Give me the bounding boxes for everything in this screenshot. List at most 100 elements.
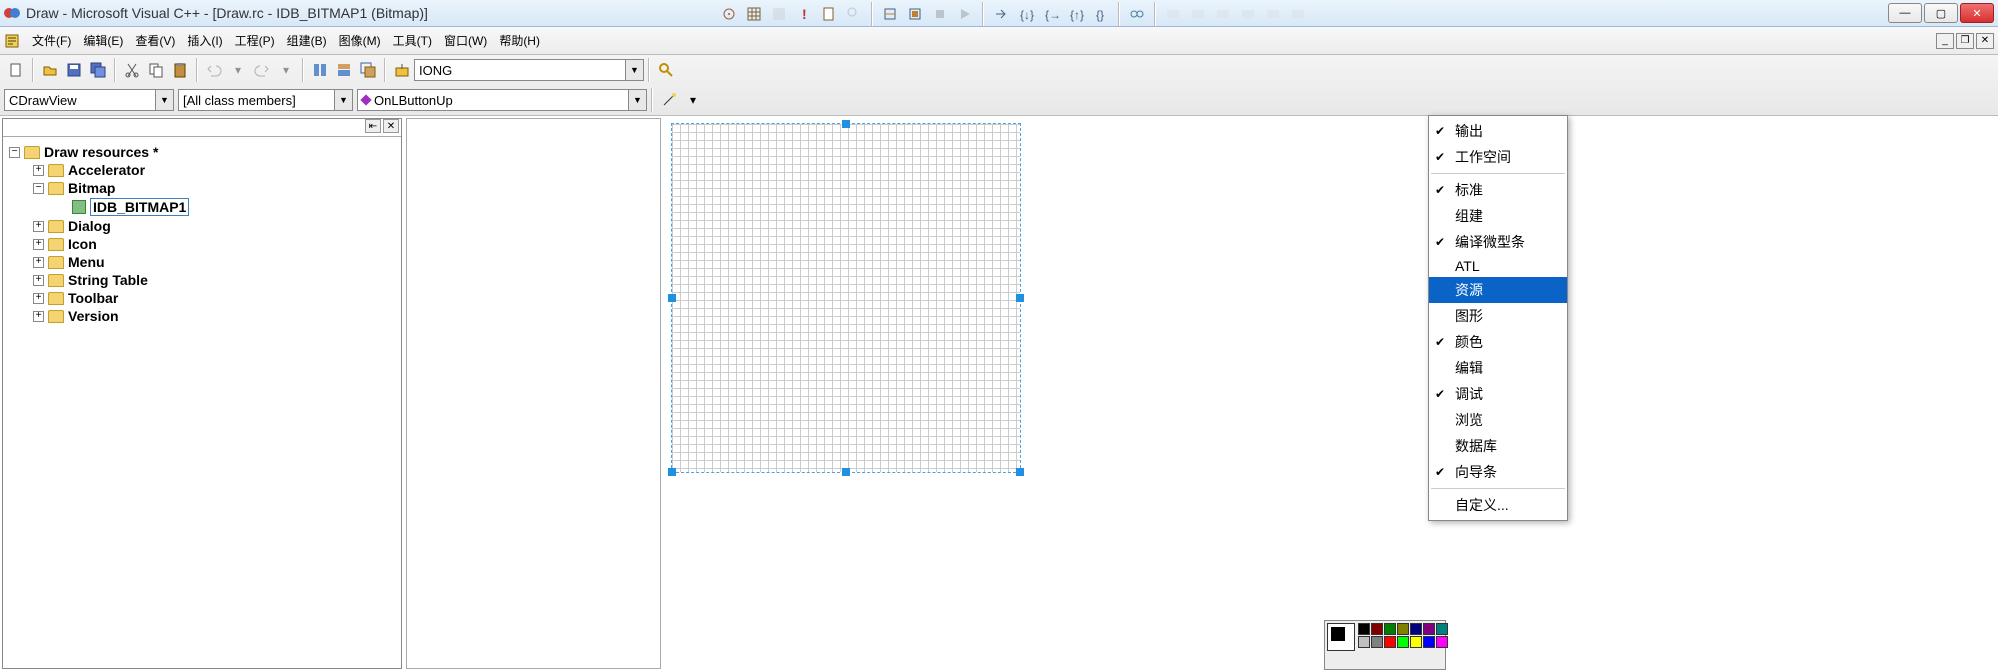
resize-handle-right[interactable] xyxy=(1016,294,1024,302)
class-combo[interactable]: CDrawView ▼ xyxy=(4,89,174,111)
step-into-button[interactable]: {↓} xyxy=(1014,2,1038,26)
search-button[interactable] xyxy=(654,58,678,82)
palette-color[interactable] xyxy=(1358,636,1370,648)
menu-file[interactable]: 文件(F) xyxy=(26,29,77,52)
menu-project[interactable]: 工程(P) xyxy=(229,29,281,52)
menu-help[interactable]: 帮助(H) xyxy=(493,29,546,52)
tree-toolbar[interactable]: + Toolbar xyxy=(33,289,395,307)
cm-custom[interactable]: 自定义... xyxy=(1429,492,1567,518)
resize-handle-left[interactable] xyxy=(668,294,676,302)
palette-color[interactable] xyxy=(1436,623,1448,635)
resize-handle-bottom[interactable] xyxy=(842,468,850,476)
quickwatch-button[interactable] xyxy=(1125,2,1149,26)
open-button[interactable] xyxy=(38,58,62,82)
new-image-button[interactable] xyxy=(817,2,841,26)
pixel-grid[interactable] xyxy=(672,124,1020,472)
cm-workspace[interactable]: ✔工作空间 xyxy=(1429,144,1567,170)
current-colors[interactable] xyxy=(1327,623,1355,651)
redo-button[interactable] xyxy=(250,58,274,82)
mdi-minimize[interactable]: _ xyxy=(1936,33,1954,49)
tree-version[interactable]: + Version xyxy=(33,307,395,325)
menu-build[interactable]: 组建(B) xyxy=(281,29,333,52)
cm-wizard[interactable]: ✔向导条 xyxy=(1429,459,1567,485)
grid-button[interactable] xyxy=(742,2,766,26)
palette-color[interactable] xyxy=(1436,636,1448,648)
find-tool-icon[interactable] xyxy=(390,58,414,82)
cm-resource[interactable]: 资源 xyxy=(1429,277,1567,303)
wizard-dropdown[interactable]: ▾ xyxy=(681,88,705,112)
tree-string-table[interactable]: + String Table xyxy=(33,271,395,289)
cm-build[interactable]: 组建 xyxy=(1429,203,1567,229)
memory-button[interactable] xyxy=(1236,2,1260,26)
magnify-button[interactable] xyxy=(842,2,866,26)
expand-icon[interactable]: + xyxy=(33,239,44,250)
tree-idb-bitmap1[interactable]: IDB_BITMAP1 xyxy=(57,197,395,217)
palette-color[interactable] xyxy=(1384,636,1396,648)
menu-edit[interactable]: 编辑(E) xyxy=(77,29,129,52)
tile-button[interactable] xyxy=(767,2,791,26)
step-over-button[interactable]: {→} xyxy=(1039,2,1063,26)
registers-button[interactable] xyxy=(1211,2,1235,26)
build-button[interactable] xyxy=(903,2,927,26)
cm-graphics[interactable]: 图形 xyxy=(1429,303,1567,329)
tree-dialog[interactable]: + Dialog xyxy=(33,217,395,235)
workspace-button[interactable] xyxy=(308,58,332,82)
undo-button[interactable] xyxy=(202,58,226,82)
callstack-button[interactable] xyxy=(1261,2,1285,26)
cm-output[interactable]: ✔输出 xyxy=(1429,118,1567,144)
palette-color[interactable] xyxy=(1384,623,1396,635)
dropdown-arrow-icon[interactable]: ▼ xyxy=(334,90,352,110)
expand-icon[interactable]: + xyxy=(33,165,44,176)
save-all-button[interactable] xyxy=(86,58,110,82)
output-button[interactable] xyxy=(332,58,356,82)
members-combo[interactable]: [All class members] ▼ xyxy=(178,89,353,111)
cm-standard[interactable]: ✔标准 xyxy=(1429,177,1567,203)
wizard-wand-button[interactable] xyxy=(657,88,681,112)
palette-color[interactable] xyxy=(1423,623,1435,635)
cm-database[interactable]: 数据库 xyxy=(1429,433,1567,459)
execute-button[interactable] xyxy=(953,2,977,26)
disassembly-button[interactable] xyxy=(1286,2,1310,26)
mdi-close[interactable]: ✕ xyxy=(1976,33,1994,49)
palette-color[interactable] xyxy=(1371,623,1383,635)
palette-color[interactable] xyxy=(1397,623,1409,635)
cm-minibar[interactable]: ✔编译微型条 xyxy=(1429,229,1567,255)
paste-button[interactable] xyxy=(168,58,192,82)
collapse-icon[interactable]: − xyxy=(9,147,20,158)
copy-button[interactable] xyxy=(144,58,168,82)
run-to-cursor-button[interactable]: {} xyxy=(1089,2,1113,26)
pane-close-button[interactable]: ✕ xyxy=(383,119,399,133)
variables-button[interactable] xyxy=(1186,2,1210,26)
resource-tree[interactable]: − Draw resources * + Accelerator − Bitma… xyxy=(3,137,401,668)
tree-root[interactable]: − Draw resources * xyxy=(9,143,395,161)
undo-dropdown[interactable]: ▾ xyxy=(226,58,250,82)
palette-color[interactable] xyxy=(1423,636,1435,648)
tree-menu[interactable]: + Menu xyxy=(33,253,395,271)
tree-bitmap[interactable]: − Bitmap xyxy=(33,179,395,197)
expand-icon[interactable]: + xyxy=(33,311,44,322)
resize-handle-bottom-right[interactable] xyxy=(1016,468,1024,476)
function-combo[interactable]: OnLButtonUp ▼ xyxy=(357,89,647,111)
window-list-button[interactable] xyxy=(356,58,380,82)
palette-color[interactable] xyxy=(1397,636,1409,648)
cm-edit[interactable]: 编辑 xyxy=(1429,355,1567,381)
tree-icon[interactable]: + Icon xyxy=(33,235,395,253)
expand-icon[interactable]: + xyxy=(33,275,44,286)
menu-insert[interactable]: 插入(I) xyxy=(181,29,228,52)
step-out-button[interactable]: {↑} xyxy=(1064,2,1088,26)
redo-dropdown[interactable]: ▾ xyxy=(274,58,298,82)
dropdown-arrow-icon[interactable]: ▼ xyxy=(625,60,643,80)
compile-button[interactable] xyxy=(878,2,902,26)
palette-color[interactable] xyxy=(1410,636,1422,648)
tree-accelerator[interactable]: + Accelerator xyxy=(33,161,395,179)
collapse-icon[interactable]: − xyxy=(33,183,44,194)
palette-color[interactable] xyxy=(1410,623,1422,635)
palette-color[interactable] xyxy=(1358,623,1370,635)
resize-handle-bottom-left[interactable] xyxy=(668,468,676,476)
stop-build-button[interactable] xyxy=(928,2,952,26)
bitmap-canvas[interactable] xyxy=(671,123,1021,473)
cut-button[interactable] xyxy=(120,58,144,82)
cm-browse[interactable]: 浏览 xyxy=(1429,407,1567,433)
mdi-restore[interactable]: ❐ xyxy=(1956,33,1974,49)
new-button[interactable] xyxy=(4,58,28,82)
